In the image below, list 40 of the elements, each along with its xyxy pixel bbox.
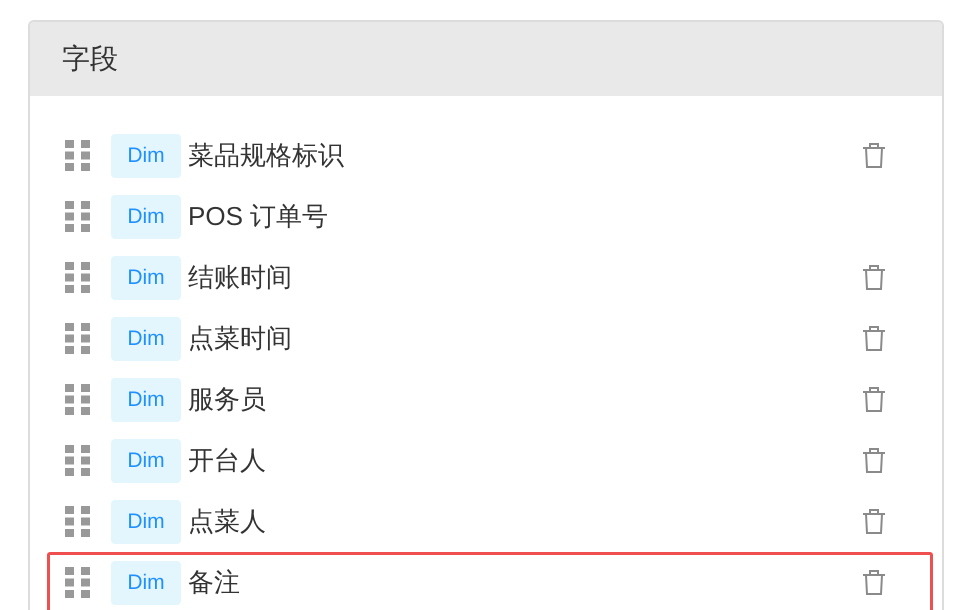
field-name: 点菜人 — [188, 505, 267, 538]
dimension-tag: Dim — [111, 560, 181, 604]
dimension-tag: Dim — [111, 134, 181, 178]
dimension-tag: Dim — [111, 316, 181, 360]
field-name: POS 订单号 — [188, 200, 330, 233]
field-row[interactable]: Dim 备注 — [47, 552, 933, 610]
drag-handle-icon[interactable] — [65, 140, 90, 171]
field-name: 备注 — [188, 566, 241, 599]
delete-icon[interactable] — [862, 569, 886, 596]
field-name: 菜品规格标识 — [188, 139, 345, 172]
dimension-tag: Dim — [111, 194, 181, 238]
delete-icon[interactable] — [862, 325, 886, 352]
drag-handle-icon[interactable] — [65, 445, 90, 476]
field-row[interactable]: Dim 结账时间 — [47, 247, 933, 308]
drag-handle-icon[interactable] — [65, 567, 90, 598]
dimension-tag: Dim — [111, 256, 181, 300]
field-name: 服务员 — [188, 383, 267, 416]
drag-handle-icon[interactable] — [65, 262, 90, 293]
field-row[interactable]: Dim POS 订单号 — [47, 186, 933, 247]
drag-handle-icon[interactable] — [65, 201, 90, 232]
field-row[interactable]: Dim 菜品规格标识 — [47, 125, 933, 186]
delete-icon[interactable] — [862, 447, 886, 474]
field-row[interactable]: Dim 点菜人 — [47, 491, 933, 552]
drag-handle-icon[interactable] — [65, 506, 90, 537]
dimension-tag: Dim — [111, 438, 181, 482]
delete-icon[interactable] — [862, 264, 886, 291]
dimension-tag: Dim — [111, 500, 181, 544]
field-name: 点菜时间 — [188, 322, 293, 355]
panel-title: 字段 — [62, 45, 118, 73]
delete-icon[interactable] — [862, 142, 886, 169]
drag-handle-icon[interactable] — [65, 323, 90, 354]
field-row[interactable]: Dim 开台人 — [47, 430, 933, 491]
delete-icon[interactable] — [862, 386, 886, 413]
field-name: 结账时间 — [188, 261, 293, 294]
dimension-tag: Dim — [111, 378, 181, 422]
drag-handle-icon[interactable] — [65, 384, 90, 415]
field-row[interactable]: Dim 点菜时间 — [47, 308, 933, 369]
field-row[interactable]: Dim 服务员 — [47, 369, 933, 430]
field-name: 开台人 — [188, 444, 267, 477]
delete-icon[interactable] — [862, 508, 886, 535]
